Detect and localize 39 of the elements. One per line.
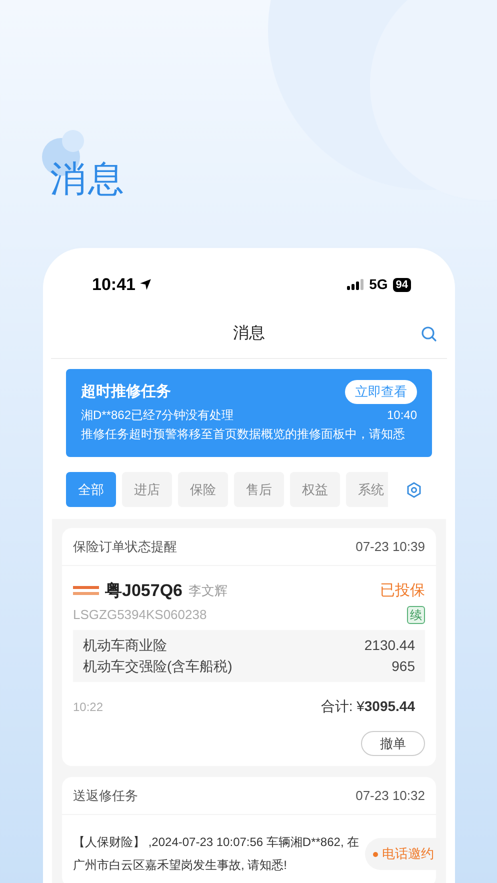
filter-tab[interactable]: 系统 — [346, 472, 388, 507]
message-title: 保险订单状态提醒 — [73, 538, 177, 556]
page-title: 消息 — [50, 158, 126, 199]
message-title: 送返修任务 — [73, 786, 138, 805]
location-arrow-icon — [139, 278, 152, 291]
message-text: 【人保财险】 ,2024-07-23 10:07:56 车辆湘D**862, 在广州市白云区嘉禾望岗发生事故, 请知悉! — [73, 834, 360, 874]
coverage-amount: 2130.44 — [364, 636, 415, 655]
settings-icon[interactable] — [406, 482, 422, 498]
filter-tab[interactable]: 保险 — [178, 472, 228, 507]
signal-icon — [347, 279, 364, 290]
alert-title: 超时推修任务 — [81, 382, 171, 402]
network-label: 5G — [369, 275, 388, 294]
status-time: 10:41 — [92, 274, 136, 296]
alert-time: 10:40 — [386, 407, 417, 424]
filter-tab[interactable]: 全部 — [66, 472, 116, 507]
filter-tab[interactable]: 进店 — [122, 472, 172, 507]
total-amount: 合计: ¥3095.44 — [320, 697, 415, 716]
cancel-order-button[interactable]: 撤单 — [361, 731, 425, 756]
message-time: 07-23 10:39 — [356, 538, 425, 556]
renewal-tag: 续 — [407, 606, 425, 624]
vin-number: LSGZG5394KS060238 — [73, 606, 207, 624]
alert-note: 推修任务超时预警将移至首页数据概览的推修面板中，请知悉 — [81, 426, 406, 443]
coverage-name: 机动车商业险 — [83, 636, 167, 655]
owner-name: 李文辉 — [188, 582, 228, 600]
search-icon[interactable] — [421, 326, 437, 342]
coverage-amount: 965 — [392, 657, 415, 676]
filter-tab[interactable]: 售后 — [234, 472, 284, 507]
insurer-logo-icon — [73, 585, 99, 597]
alert-banner[interactable]: 超时推修任务 立即查看 湘D**862已经7分钟没有处理 10:40 推修任务超时预警将移至首页数据概览的推修面板中，请知悉 — [66, 369, 432, 457]
view-now-button[interactable]: 立即查看 — [345, 380, 417, 404]
filter-tab[interactable]: 权益 — [290, 472, 340, 507]
message-time: 07-23 10:32 — [356, 786, 425, 805]
alert-message: 湘D**862已经7分钟没有处理 — [81, 407, 234, 424]
policy-status: 已投保 — [380, 580, 425, 601]
nav-title: 消息 — [233, 324, 265, 344]
battery-indicator: 94 — [392, 278, 411, 292]
created-time: 10:22 — [73, 698, 104, 716]
coverage-name: 机动车交强险(含车船税) — [83, 657, 232, 676]
plate-number: 粤J057Q6 — [105, 580, 182, 602]
